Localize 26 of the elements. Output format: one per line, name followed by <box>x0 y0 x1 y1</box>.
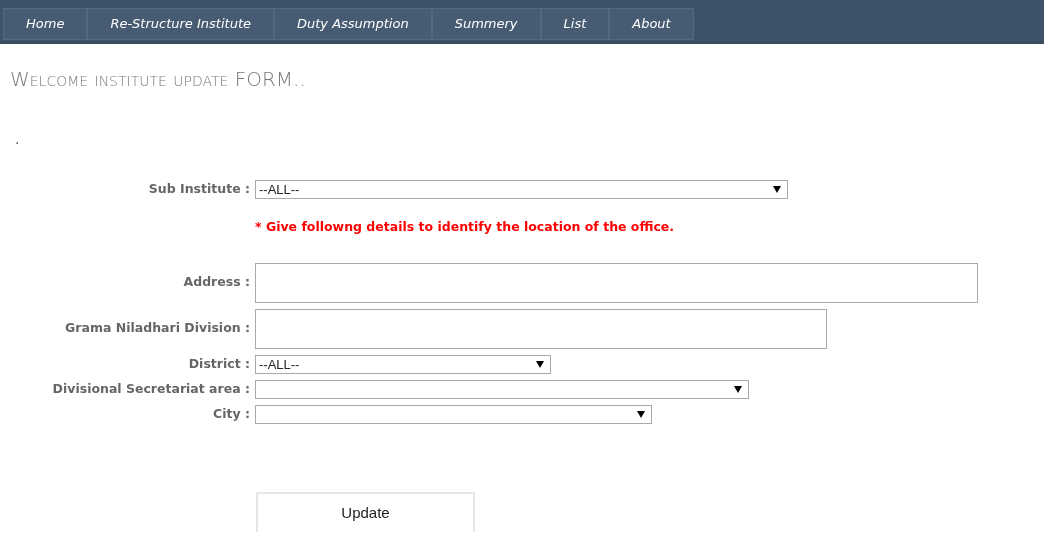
field-label: Address : <box>182 273 250 292</box>
nav-tab[interactable]: About <box>609 8 694 40</box>
dropdown[interactable] <box>255 404 652 424</box>
dropdown[interactable] <box>255 379 749 399</box>
nav-tab[interactable]: List <box>540 8 610 40</box>
input-field[interactable] <box>255 262 978 303</box>
page-title: Welcome institute update FORM.. <box>10 66 307 93</box>
caret-icon <box>773 186 781 193</box>
instruction-note: * Give followng details to identify the location of the office. <box>255 218 676 236</box>
update-button[interactable]: Update <box>256 491 475 532</box>
dropdown[interactable]: --ALL-- <box>255 180 788 199</box>
caret-icon <box>637 410 645 418</box>
nav-tab[interactable]: Summery <box>431 8 541 40</box>
caret-icon <box>536 360 544 368</box>
nav-tab[interactable]: Duty Assumption <box>274 8 432 40</box>
nav-tab[interactable]: Home <box>3 8 88 40</box>
field-label: Sub Institute : <box>147 180 250 199</box>
dropdown[interactable]: --ALL-- <box>255 354 551 374</box>
caret-icon <box>734 385 742 393</box>
field-label: Divisional Secretariat area : <box>51 379 250 398</box>
dot-text: . <box>15 132 21 146</box>
field-label: Grama Niladhari Division : <box>64 319 250 338</box>
nav-tab[interactable]: Re-Structure Institute <box>87 8 274 40</box>
field-label: District : <box>187 354 250 373</box>
field-label: City : <box>212 404 250 423</box>
input-field[interactable] <box>255 308 827 349</box>
